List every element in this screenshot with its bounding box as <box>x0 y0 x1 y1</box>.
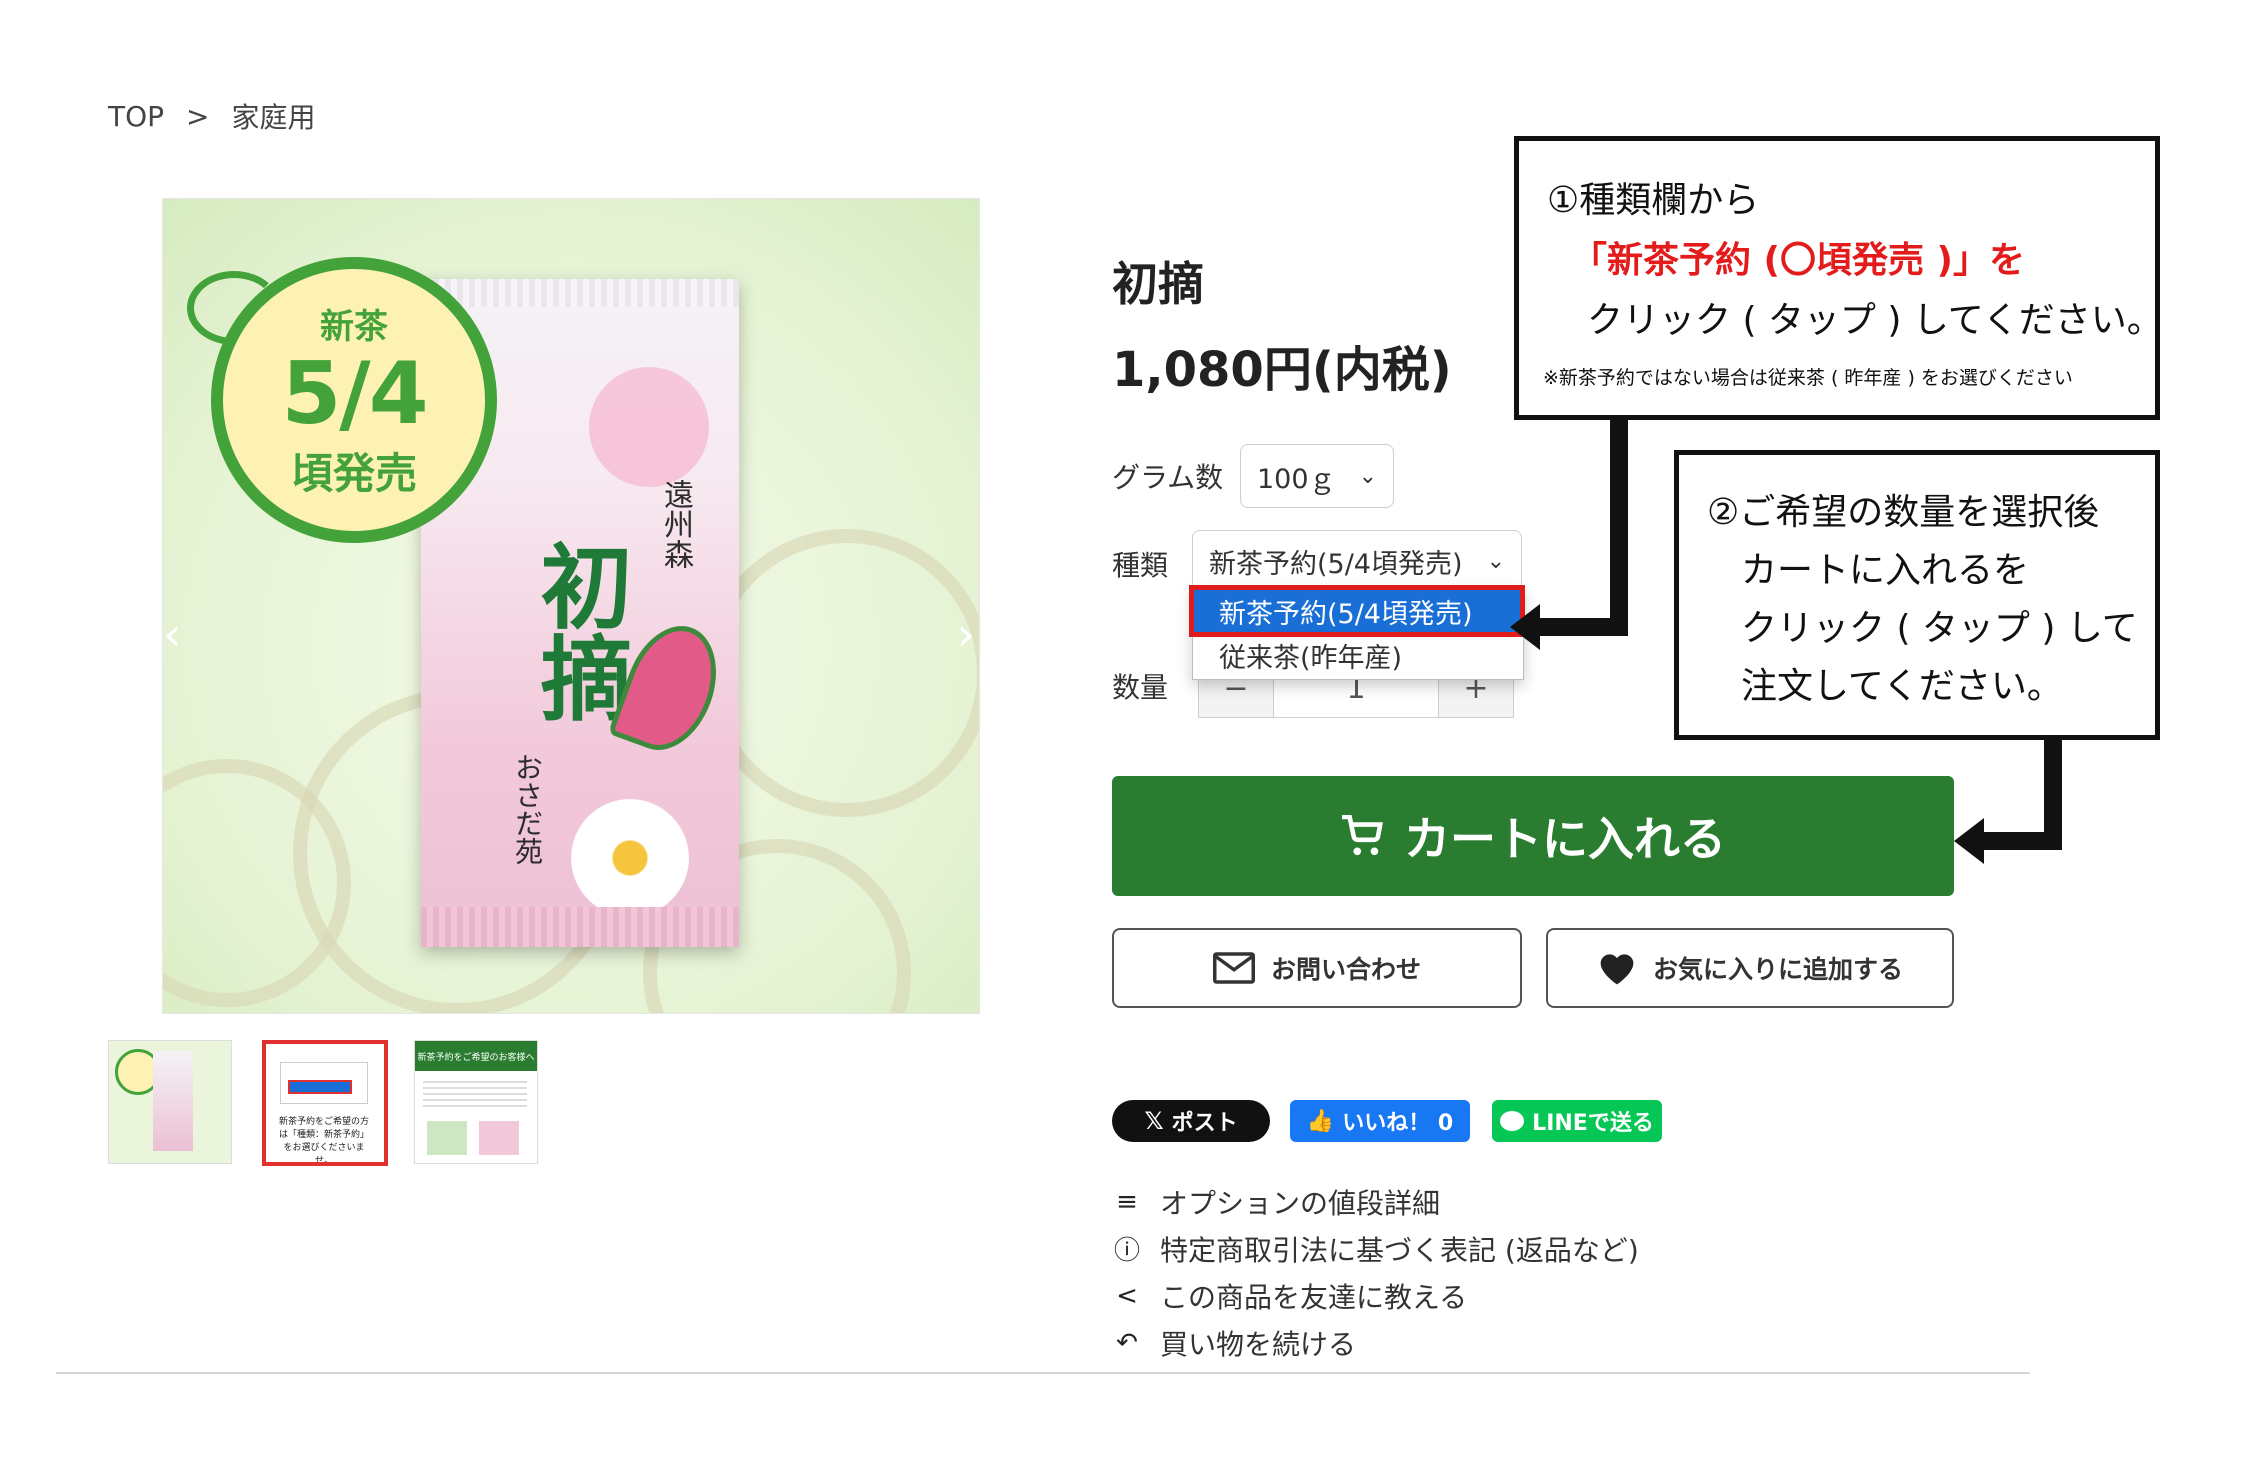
contact-button[interactable]: お問い合わせ <box>1112 928 1522 1008</box>
callout2-line1: ②ご希望の数量を選択後 <box>1707 492 2100 533</box>
breadcrumb: TOP > 家庭用 <box>108 96 316 136</box>
type-dropdown-list: 新茶予約(5/4頃発売) 従来茶(昨年産) <box>1189 585 1525 680</box>
thumbnail-instructions[interactable]: 新茶予約をご希望の方は「種類：新茶予約」をお選びくださいませ。 <box>262 1040 388 1166</box>
breadcrumb-top-link[interactable]: TOP <box>108 100 164 133</box>
add-to-cart-button[interactable]: カートに入れる <box>1112 776 1954 896</box>
facebook-like-label: いいね！ 0 <box>1342 1111 1454 1136</box>
qty-label: 数量 <box>1112 671 1169 704</box>
type-option-new-tea[interactable]: 新茶予約(5/4頃発売) <box>1189 585 1525 637</box>
link-continue-shopping[interactable]: ↶ 買い物を続ける <box>1112 1319 1639 1366</box>
thumbs-up-icon: 👍 <box>1306 1108 1335 1134</box>
breadcrumb-current[interactable]: 家庭用 <box>232 96 316 136</box>
callout2-line3: クリック ( タップ ) して <box>1741 608 2138 649</box>
link-share-product[interactable]: < この商品を友達に教える <box>1112 1272 1639 1319</box>
package-subtitle: 遠州森 <box>658 479 693 569</box>
product-price: 1,080円(内税) <box>1112 342 1452 398</box>
x-logo-icon: 𝕏 <box>1144 1107 1164 1135</box>
alert-icon: ⓘ <box>1113 1236 1140 1266</box>
callout2-arrowhead-icon <box>1954 818 1984 864</box>
callout1-arrow-line <box>1610 418 1628 636</box>
divider <box>56 1372 2030 1374</box>
callout1-line2: 「新茶予約 (〇頃発売 )」を <box>1571 240 2025 281</box>
package-brand: おさだ苑 <box>511 753 544 865</box>
gram-select[interactable]: 100ｇ ⌄ <box>1240 444 1394 508</box>
list-icon: ≡ <box>1116 1186 1138 1217</box>
favorite-button[interactable]: お気に入りに追加する <box>1546 928 1954 1008</box>
breadcrumb-separator: > <box>186 99 210 133</box>
add-to-cart-label: カートに入れる <box>1404 812 1726 866</box>
callout1-line1: ①種類欄から <box>1547 180 1760 221</box>
line-send-label: LINEで送る <box>1532 1111 1654 1136</box>
callout2-line2: カートに入れるを <box>1741 550 2030 591</box>
callout2-arrow-line-horizontal <box>1982 832 2062 850</box>
type-select[interactable]: 新茶予約(5/4頃発売) ⌄ <box>1192 530 1522 592</box>
instruction-callout-2: ②ご希望の数量を選択後 カートに入れるを クリック ( タップ ) して 注文し… <box>1674 450 2160 740</box>
type-option-regular-tea[interactable]: 従来茶(昨年産) <box>1193 633 1523 677</box>
return-icon: ↶ <box>1116 1327 1138 1358</box>
share-icon: < <box>1116 1280 1138 1311</box>
contact-label: お問い合わせ <box>1270 955 1421 984</box>
facebook-like-button[interactable]: 👍 いいね！ 0 <box>1290 1100 1470 1142</box>
gram-select-value: 100ｇ <box>1257 463 1336 495</box>
type-select-value: 新茶予約(5/4頃発売) <box>1209 548 1463 580</box>
link-option-price-details[interactable]: ≡ オプションの値段詳細 <box>1112 1178 1639 1225</box>
next-image-icon[interactable]: › <box>957 607 975 661</box>
product-links: ≡ オプションの値段詳細 ⓘ 特定商取引法に基づく表記 (返品など) < この商… <box>1112 1178 1639 1366</box>
line-logo-icon <box>1500 1111 1525 1131</box>
line-send-button[interactable]: LINEで送る <box>1492 1100 1662 1142</box>
product-title: 初摘 <box>1112 257 1204 311</box>
release-date-badge: 新茶 5/4 頃発売 <box>211 257 497 543</box>
callout1-note: ※新茶予約ではない場合は従来茶 ( 昨年産 ) をお選びください <box>1543 367 2073 389</box>
prev-image-icon[interactable]: ‹ <box>163 607 181 661</box>
callout1-arrow-line-horizontal <box>1536 618 1628 636</box>
camellia-flower-icon <box>571 799 689 917</box>
package-title: 初摘 <box>525 539 633 723</box>
instruction-callout-1: ①種類欄から 「新茶予約 (〇頃発売 )」を クリック ( タップ ) してくだ… <box>1514 136 2163 420</box>
link-legal-notice[interactable]: ⓘ 特定商取引法に基づく表記 (返品など) <box>1112 1225 1639 1272</box>
gram-label: グラム数 <box>1112 461 1224 494</box>
mail-icon <box>1212 952 1255 984</box>
main-product-image[interactable]: 遠州森 初摘 おさだ苑 新茶 5/4 頃発売 ‹ › <box>162 198 980 1014</box>
callout1-line3: クリック ( タップ ) してください。 <box>1587 300 2163 341</box>
type-label: 種類 <box>1112 549 1169 582</box>
thumbnail-package[interactable] <box>108 1040 232 1164</box>
favorite-label: お気に入りに追加する <box>1652 955 1903 984</box>
x-post-button[interactable]: 𝕏 ポスト <box>1112 1100 1270 1142</box>
callout2-line4: 注文してください。 <box>1741 666 2063 707</box>
cart-icon <box>1342 815 1383 856</box>
chevron-down-icon: ⌄ <box>1486 548 1505 574</box>
thumbnail-notice[interactable]: 新茶予約をご希望のお客様へ <box>414 1040 538 1164</box>
chevron-down-icon: ⌄ <box>1358 463 1377 489</box>
callout1-arrowhead-icon <box>1510 604 1540 650</box>
heart-icon <box>1600 954 1634 985</box>
x-post-label: ポスト <box>1171 1111 1238 1136</box>
